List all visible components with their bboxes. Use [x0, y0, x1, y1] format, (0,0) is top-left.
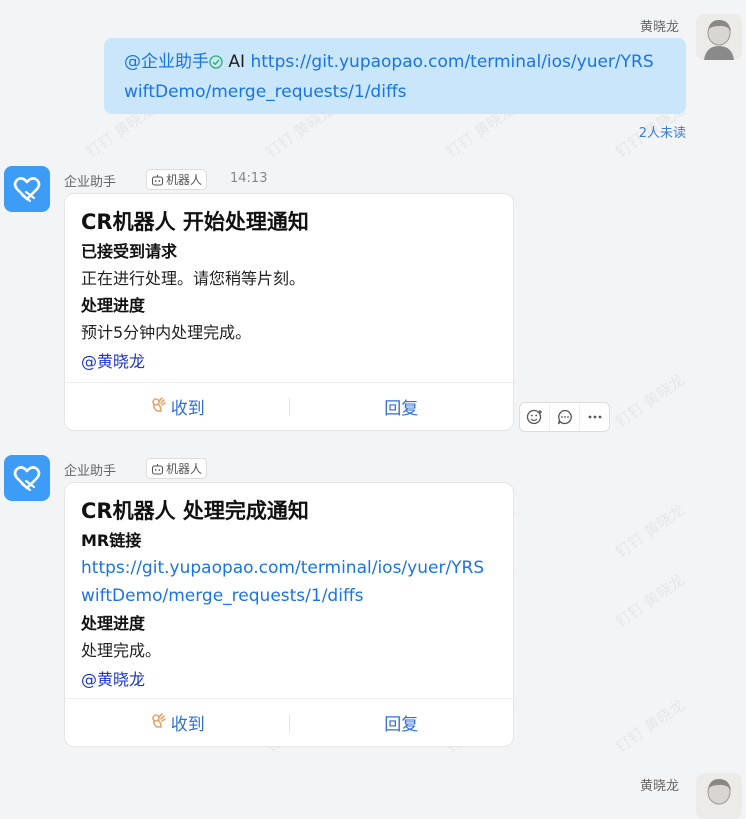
- message-card: CR机器人 开始处理通知 已接受到请求 正在进行处理。请您稍等片刻。 处理进度 …: [64, 193, 514, 431]
- receive-button[interactable]: 收到: [65, 699, 289, 746]
- sender-name: 企业助手: [64, 464, 117, 479]
- comment-button[interactable]: [549, 403, 579, 431]
- more-icon: [588, 415, 601, 419]
- robot-icon: [151, 463, 164, 475]
- card-title: CR机器人 处理完成通知: [81, 499, 309, 523]
- mention-link[interactable]: @企业助手: [124, 52, 209, 72]
- section-text: 预计5分钟内处理完成。: [81, 323, 252, 342]
- heart-icon: [13, 177, 41, 203]
- sender-name: 黄晓龙: [640, 779, 680, 794]
- section-heading: MR链接: [81, 531, 142, 550]
- section-text: 正在进行处理。请您稍等片刻。: [81, 269, 306, 288]
- at-user-link[interactable]: @黄晓龙: [81, 666, 497, 694]
- receive-button[interactable]: 收到: [65, 383, 289, 430]
- emoji-add-icon: [526, 409, 542, 425]
- robot-badge: 机器人: [146, 458, 208, 479]
- card-footer: 收到 回复: [65, 698, 513, 746]
- robot-badge-label: 机器人: [166, 173, 203, 187]
- heart-icon: [13, 466, 41, 492]
- user-avatar[interactable]: [696, 773, 742, 819]
- receive-button-label: 收到: [170, 399, 205, 419]
- sender-name: 黄晓龙: [640, 20, 680, 35]
- robot-icon: [151, 174, 164, 186]
- section-heading: 已接受到请求: [81, 242, 178, 261]
- comment-icon: [557, 409, 572, 425]
- card-footer: 收到 回复: [65, 382, 513, 430]
- ok-hand-icon: [149, 395, 167, 418]
- watermark: 钉钉 黄晓龙: [612, 570, 689, 632]
- reply-button[interactable]: 回复: [290, 699, 514, 746]
- user-avatar[interactable]: [696, 14, 742, 60]
- robot-badge: 机器人: [146, 169, 208, 190]
- robot-badge-label: 机器人: [166, 462, 203, 476]
- reply-button-label: 回复: [384, 715, 419, 735]
- bot-avatar[interactable]: [4, 455, 50, 501]
- message-card: CR机器人 处理完成通知 MR链接 https://git.yupaopao.c…: [64, 482, 514, 747]
- bot-avatar[interactable]: [4, 166, 50, 212]
- at-user-link[interactable]: @黄晓龙: [81, 348, 497, 376]
- section-heading: 处理进度: [81, 296, 146, 315]
- watermark: 钉钉 黄晓龙: [612, 695, 689, 757]
- section-text: 处理完成。: [81, 641, 162, 660]
- receive-button-label: 收到: [170, 715, 205, 735]
- more-button[interactable]: [579, 403, 609, 431]
- message-prefix: AI: [228, 52, 246, 72]
- emoji-reaction-button[interactable]: [520, 403, 549, 431]
- reply-button[interactable]: 回复: [290, 383, 514, 430]
- message-time: 14:13: [230, 171, 268, 186]
- message-hover-toolbar: [519, 402, 610, 432]
- sender-name: 企业助手: [64, 175, 117, 190]
- mr-link[interactable]: https://git.yupaopao.com/terminal/ios/yu…: [81, 554, 497, 610]
- reply-button-label: 回复: [384, 399, 419, 419]
- ok-hand-icon: [149, 711, 167, 734]
- card-title: CR机器人 开始处理通知: [81, 210, 309, 234]
- read-status[interactable]: 2人未读: [639, 122, 686, 141]
- watermark: 钉钉 黄晓龙: [612, 500, 689, 562]
- watermark: 钉钉 黄晓龙: [612, 370, 689, 432]
- section-heading: 处理进度: [81, 614, 146, 633]
- verified-icon: [209, 50, 223, 78]
- outgoing-bubble[interactable]: @企业助手 AI https://git.yupaopao.com/termin…: [104, 38, 686, 114]
